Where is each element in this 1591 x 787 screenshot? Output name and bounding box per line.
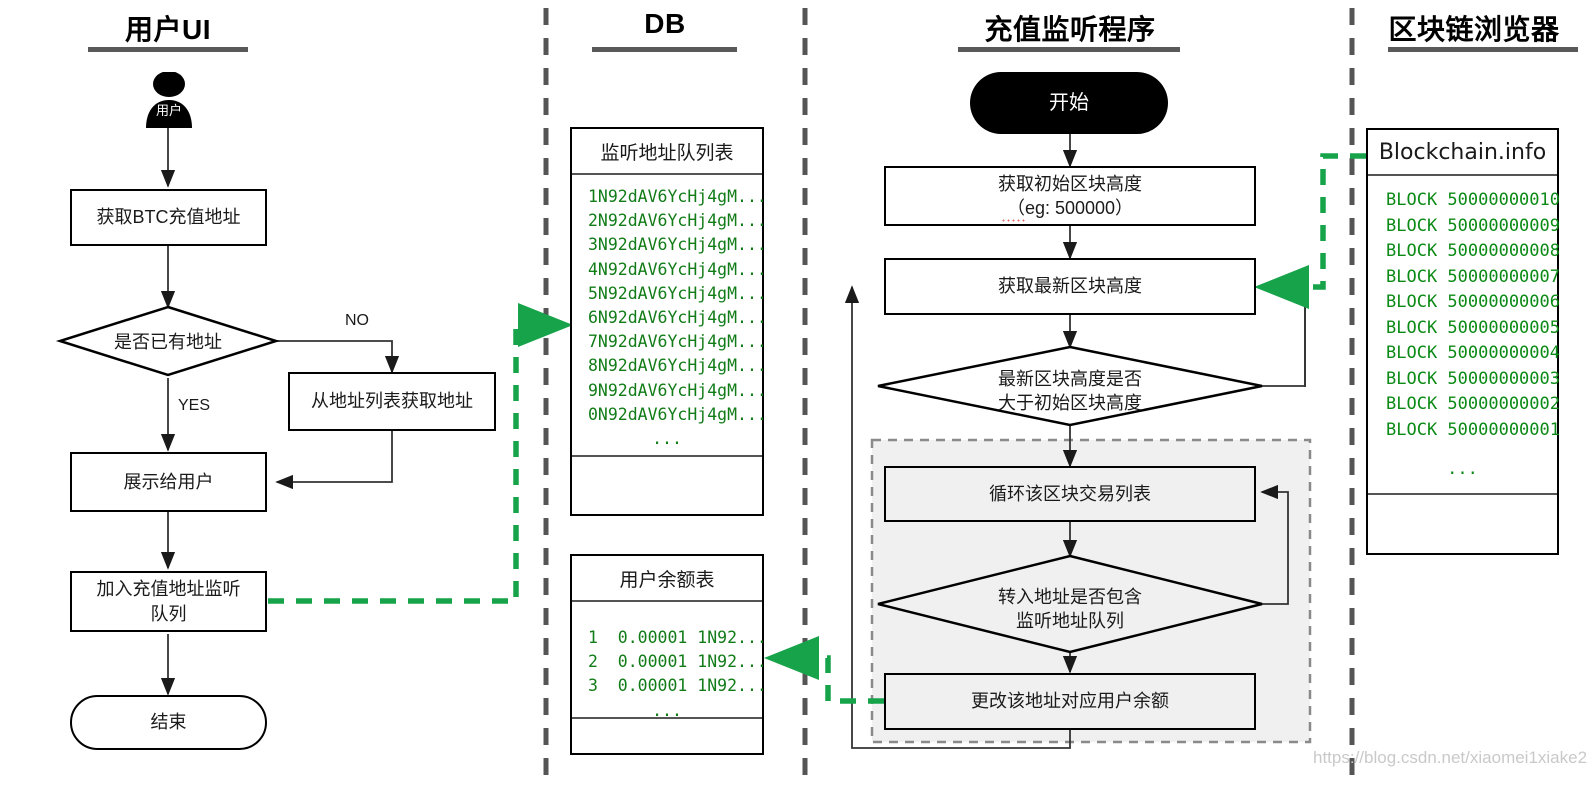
list-item: BLOCK 50000000002 xyxy=(1386,394,1560,414)
table-watch-address-queue: 监听地址队列表 1N92dAV6YcHj4gM... 2N92dAV6YcHj4… xyxy=(570,127,767,516)
edge-label-no: NO xyxy=(345,312,369,329)
list-item: BLOCK 50000000004 xyxy=(1386,343,1560,363)
table-user-balance-body: 1 0.00001 1N92... 2 0.00001 1N92... 3 0.… xyxy=(572,602,767,720)
lane-title-monitor: 充值监听程序 xyxy=(984,14,1156,45)
list-item: 5N92dAV6YcHj4gM... xyxy=(588,283,767,303)
flow-update-to-balancetable xyxy=(764,636,884,704)
connector-layer xyxy=(55,8,1366,782)
list-item: BLOCK 50000000006 xyxy=(1386,292,1560,312)
table-watch-address-queue-footer xyxy=(572,455,762,503)
lane-rule-monitor xyxy=(958,47,1180,52)
node-update-user-balance[interactable]: 更改该地址对应用户余额 xyxy=(884,673,1256,730)
card-blockchain-info-footer xyxy=(1368,493,1557,533)
list-item: 7N92dAV6YcHj4gM... xyxy=(588,332,767,352)
node-loop-block-transactions[interactable]: 循环该区块交易列表 xyxy=(884,466,1256,522)
node-get-initial-height-line2: （eg: 500000） xyxy=(1006,198,1134,218)
list-item: 1N92dAV6YcHj4gM... xyxy=(588,187,767,206)
node-get-from-address-list[interactable]: 从地址列表获取地址 xyxy=(288,372,496,431)
list-item: 2N92dAV6YcHj4gM... xyxy=(588,211,767,231)
list-item: BLOCK 50000000008 xyxy=(1386,241,1560,261)
block-list: BLOCK 50000000010 BLOCK 50000000009 BLOC… xyxy=(1368,176,1560,493)
list-item: BLOCK 50000000003 xyxy=(1386,368,1560,389)
actor-user-label: 用户 xyxy=(155,103,182,118)
table-row: 3 0.00001 1N92... xyxy=(588,676,767,696)
node-join-watch-queue[interactable]: 加入充值地址监听 队列 xyxy=(70,571,267,632)
list-item: 0N92dAV6YcHj4gM... xyxy=(588,404,767,424)
list-item: 4N92dAV6YcHj4gM... xyxy=(588,259,767,279)
node-get-initial-height[interactable]: 获取初始区块高度 （eg: 500000） xyxy=(884,166,1256,226)
list-item: 3N92dAV6YcHj4gM... xyxy=(588,235,767,255)
list-ellipsis: ... xyxy=(652,429,682,449)
table-watch-address-queue-body: 1N92dAV6YcHj4gM... 2N92dAV6YcHj4gM... 3N… xyxy=(572,175,767,455)
list-item: BLOCK 50000000005 xyxy=(1386,317,1560,338)
lane-rule-user-ui xyxy=(88,47,248,52)
table-user-balance: 用户余额表 1 0.00001 1N92... 2 0.00001 1N92..… xyxy=(570,554,767,755)
edge-label-yes: YES xyxy=(178,397,211,414)
list-item: BLOCK 50000000007 xyxy=(1386,266,1560,287)
node-start[interactable]: 开始 xyxy=(970,72,1168,134)
node-join-watch-queue-line2: 队列 xyxy=(150,603,187,624)
flow-queue-to-watchtable xyxy=(268,303,573,604)
list-item: BLOCK 50000000010 xyxy=(1386,190,1560,210)
decision-has-address xyxy=(55,305,281,377)
spellcheck-underline xyxy=(1001,219,1025,222)
list-ellipsis: ... xyxy=(1447,459,1478,479)
table-watch-address-queue-header: 监听地址队列表 xyxy=(572,129,762,175)
decision-compare-height xyxy=(877,345,1263,427)
card-blockchain-info-title[interactable]: Blockchain.info xyxy=(1368,130,1557,176)
lane-rule-explorer xyxy=(1388,47,1578,52)
table-row: 2 0.00001 1N92... xyxy=(588,652,767,672)
node-get-initial-height-line1: 获取初始区块高度 xyxy=(998,173,1142,194)
list-item: 9N92dAV6YcHj4gM... xyxy=(588,380,767,400)
card-blockchain-info: Blockchain.info BLOCK 50000000010 BLOCK … xyxy=(1366,128,1560,555)
lane-title-explorer: 区块链浏览器 xyxy=(1388,14,1560,45)
lane-title-user-ui: 用户UI xyxy=(124,14,211,45)
table-user-balance-header: 用户余额表 xyxy=(572,556,762,602)
list-item: 8N92dAV6YcHj4gM... xyxy=(588,356,767,376)
node-end[interactable]: 结束 xyxy=(70,695,267,750)
lane-rule-db xyxy=(592,47,737,52)
node-get-latest-height[interactable]: 获取最新区块高度 xyxy=(884,258,1256,315)
node-join-watch-queue-line1: 加入充值地址监听 xyxy=(96,579,241,600)
watermark: https://blog.csdn.net/xiaomei1xiake2 xyxy=(1313,748,1588,767)
node-get-btc-address[interactable]: 获取BTC充值地址 xyxy=(70,189,267,246)
flowchart-canvas: 用户UI DB 充值监听程序 区块链浏览器 用户 获取BTC充值地址 是否已有地… xyxy=(0,0,1591,787)
list-item: BLOCK 50000000009 xyxy=(1386,215,1560,236)
list-item: 6N92dAV6YcHj4gM... xyxy=(588,308,767,328)
table-row: 1 0.00001 1N92... xyxy=(588,628,767,647)
node-show-to-user[interactable]: 展示给用户 xyxy=(70,452,267,512)
lane-title-db: DB xyxy=(644,8,686,39)
list-item: BLOCK 50000000001 xyxy=(1386,419,1560,440)
